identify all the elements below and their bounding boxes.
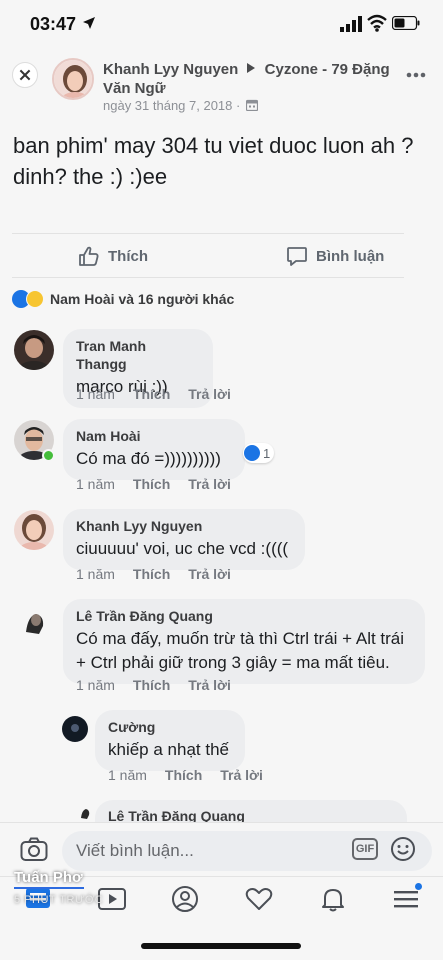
status-bar: 03:47 — [0, 0, 443, 48]
like-button-label: Thích — [108, 247, 148, 265]
comment-actions: 1 năm Thích Trả lời — [76, 386, 231, 402]
post-title: Khanh Lyy Nguyen Cyzone - 79 Đặng Văn Ng… — [103, 60, 393, 98]
comment-author[interactable]: Khanh Lyy Nguyen — [76, 517, 292, 535]
comment-time: 1 năm — [76, 386, 115, 402]
avatar[interactable] — [78, 806, 92, 820]
comment-button-label: Bình luận — [316, 247, 385, 265]
status-time: 03:47 — [30, 14, 77, 34]
gif-button[interactable]: GIF — [352, 838, 378, 860]
calendar-icon — [245, 99, 258, 111]
avatar[interactable] — [14, 510, 54, 550]
bell-icon — [322, 889, 344, 912]
comment-time: 1 năm — [76, 677, 115, 693]
reactions-summary[interactable]: Nam Hoài và 16 người khác — [12, 289, 234, 309]
comment-text: ciuuuuu' voi, uc che vcd :(((( — [76, 539, 289, 558]
wifi-icon — [367, 14, 387, 32]
nav-profile[interactable] — [169, 885, 201, 913]
home-indicator[interactable] — [141, 943, 301, 949]
like-button[interactable]: Thích — [78, 243, 148, 269]
haha-reaction-icon — [26, 290, 44, 308]
comment-author[interactable]: Nam Hoài — [76, 427, 232, 445]
comment-author[interactable]: Cường — [108, 718, 232, 736]
divider — [12, 277, 404, 278]
heart-icon — [245, 888, 273, 910]
comment-bubble[interactable]: Nam Hoài Có ma đó =)))))))))) — [63, 419, 245, 480]
comment-text: khiếp a nhạt thế — [108, 740, 229, 759]
comment-actions: 1 năm Thích Trả lời — [76, 677, 231, 693]
comment-reply-link[interactable]: Trả lời — [220, 767, 263, 783]
overlay-author-name: Tuấn Phơ — [14, 869, 83, 886]
comment-composer: GIF — [0, 822, 443, 876]
post-author-name[interactable]: Khanh Lyy Nguyen — [103, 61, 238, 78]
comment-reply-link[interactable]: Trả lời — [188, 566, 231, 582]
comment-time: 1 năm — [76, 566, 115, 582]
comment-text: Có ma đấy, muốn trừ tà thì Ctrl trái + A… — [76, 629, 405, 672]
post-date[interactable]: ngày 31 tháng 7, 2018 · — [103, 98, 240, 113]
comment-bubble[interactable]: Khanh Lyy Nguyen ciuuuuu' voi, uc che vc… — [63, 509, 305, 570]
post-detail-screen: 03:47 Khanh Lyy Nguyen Cyzone - 79 Đặng … — [0, 0, 443, 960]
close-icon — [19, 69, 31, 81]
author-avatar[interactable] — [52, 58, 94, 100]
comment-like-link[interactable]: Thích — [133, 566, 170, 582]
comment-like-count[interactable]: 1 — [243, 443, 275, 463]
triangle-right-icon — [247, 63, 256, 73]
post-meta: ngày 31 tháng 7, 2018 · — [103, 98, 258, 113]
overlay-time: 5 PHÚT TRƯỚC — [14, 894, 104, 906]
post-body-text: ban phim' may 304 tu viet duoc luon ah ?… — [13, 133, 414, 189]
smiley-icon[interactable] — [390, 836, 416, 862]
signal-icon — [340, 16, 362, 32]
comment-actions: 1 năm Thích Trả lời — [76, 566, 231, 582]
camera-icon[interactable] — [20, 836, 48, 862]
comment-like-link[interactable]: Thích — [133, 476, 170, 492]
nav-dating[interactable] — [243, 885, 275, 913]
comment-reply-link[interactable]: Trả lời — [188, 386, 231, 402]
comment-author[interactable]: Tran Manh Thangg — [76, 337, 200, 373]
comment-time: 1 năm — [108, 767, 147, 783]
comment-like-link[interactable]: Thích — [165, 767, 202, 783]
close-button[interactable] — [12, 62, 38, 88]
comment-bubble-icon — [287, 247, 307, 266]
like-count: 1 — [263, 445, 271, 461]
comment-actions: 1 năm Thích Trả lời — [76, 476, 231, 492]
comment-button[interactable]: Bình luận — [286, 243, 384, 269]
overlay-underline — [14, 887, 84, 889]
comment-reply-link[interactable]: Trả lời — [188, 476, 231, 492]
comment-reply-link[interactable]: Trả lời — [188, 677, 231, 693]
comment-bubble[interactable]: Lê Trần Đăng Quang Có ma đấy, muốn trừ t… — [63, 599, 425, 684]
divider — [12, 233, 404, 234]
location-arrow-icon — [83, 17, 95, 29]
avatar[interactable] — [62, 716, 88, 742]
reactions-text: Nam Hoài và 16 người khác — [50, 291, 235, 307]
online-status-dot — [42, 449, 55, 462]
comment-author[interactable]: Lê Trần Đăng Quang — [76, 607, 412, 625]
like-reaction-icon — [244, 445, 260, 461]
notification-dot — [415, 883, 422, 890]
profile-icon — [172, 886, 198, 912]
comment-actions: 1 năm Thích Trả lời — [108, 767, 263, 783]
avatar[interactable] — [14, 602, 54, 642]
comment-time: 1 năm — [76, 476, 115, 492]
more-dots-icon[interactable] — [406, 70, 426, 80]
comment-like-link[interactable]: Thích — [133, 677, 170, 693]
nav-notifications[interactable] — [317, 885, 349, 913]
comment-text: Có ma đó =)))))))))) — [76, 449, 221, 468]
thumbs-up-icon — [79, 246, 99, 266]
comment-like-link[interactable]: Thích — [133, 386, 170, 402]
battery-icon — [392, 16, 420, 30]
avatar[interactable] — [14, 330, 54, 370]
comment-bubble[interactable]: Cường khiếp a nhạt thế — [95, 710, 245, 771]
